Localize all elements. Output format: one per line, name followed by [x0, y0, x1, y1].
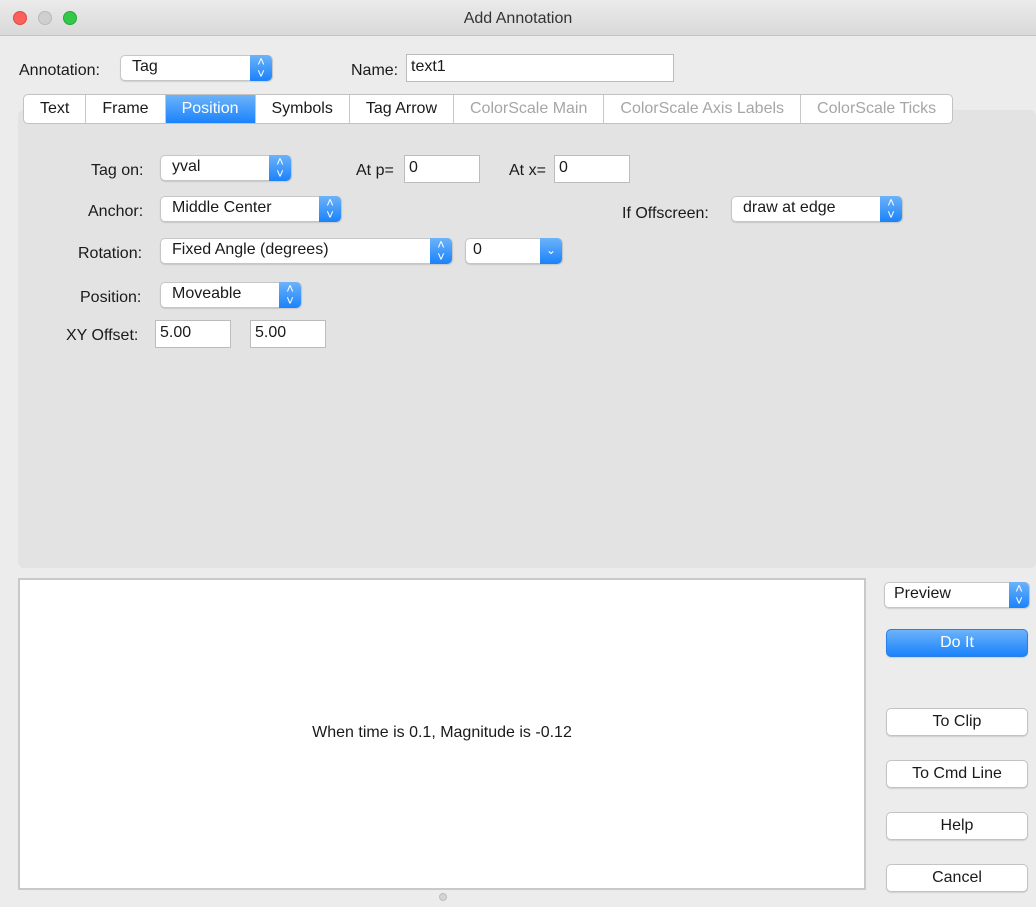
rotation-label: Rotation:	[78, 245, 143, 262]
tag-on-popup[interactable]: yval ˄ ˅	[160, 155, 292, 181]
tab-colorscale-axis-labels: ColorScale Axis Labels	[604, 95, 802, 123]
preview-area: When time is 0.1, Magnitude is -0.12	[18, 578, 866, 890]
tab-frame[interactable]: Frame	[86, 95, 166, 123]
to-cmd-line-button[interactable]: To Cmd Line	[886, 760, 1028, 788]
tag-on-value: yval	[172, 158, 201, 175]
anchor-label: Anchor:	[88, 203, 144, 220]
if-offscreen-label: If Offscreen:	[622, 205, 709, 222]
preview-mode-popup[interactable]: Preview ˄ ˅	[884, 582, 1030, 608]
position-label: Position:	[80, 289, 142, 306]
name-label: Name:	[351, 62, 399, 79]
xy-offset-label: XY Offset:	[66, 327, 139, 344]
to-clip-button[interactable]: To Clip	[886, 708, 1028, 736]
window-title: Add Annotation	[463, 10, 573, 27]
stepper-arrows-icon: ˄ ˅	[1009, 582, 1029, 608]
x-offset-field[interactable]: 5.00	[155, 320, 231, 348]
tab-tag-arrow[interactable]: Tag Arrow	[350, 95, 454, 123]
stepper-arrows-icon: ˄ ˅	[319, 196, 341, 222]
at-x-label: At x=	[509, 162, 546, 179]
tab-position[interactable]: Position	[165, 95, 256, 123]
at-p-field[interactable]: 0	[404, 155, 480, 183]
cancel-button[interactable]: Cancel	[886, 864, 1028, 892]
if-offscreen-popup[interactable]: draw at edge ˄ ˅	[731, 196, 903, 222]
stepper-arrows-icon: ˄ ˅	[279, 282, 301, 308]
anchor-popup[interactable]: Middle Center ˄ ˅	[160, 196, 342, 222]
rotation-angle-value: 0	[473, 241, 482, 258]
at-p-label: At p=	[356, 162, 394, 179]
y-offset-field[interactable]: 5.00	[250, 320, 326, 348]
do-it-button[interactable]: Do It	[886, 629, 1028, 657]
rotation-mode-value: Fixed Angle (degrees)	[172, 241, 329, 258]
annotation-type-value: Tag	[132, 58, 158, 75]
tab-bar: Text Frame Position Symbols Tag Arrow Co…	[23, 94, 954, 124]
stepper-arrows-icon: ˄ ˅	[430, 238, 452, 264]
preview-mode-value: Preview	[894, 585, 951, 602]
anchor-value: Middle Center	[172, 199, 272, 216]
annotation-label: Annotation:	[19, 62, 100, 79]
stepper-arrows-icon: ˄ ˅	[880, 196, 902, 222]
preview-text: When time is 0.1, Magnitude is -0.12	[312, 724, 572, 741]
tab-colorscale-ticks: ColorScale Ticks	[817, 100, 937, 117]
tab-symbols[interactable]: Symbols	[256, 95, 350, 123]
rotation-angle-combo[interactable]: 0 ⌄	[465, 238, 563, 264]
position-value: Moveable	[172, 285, 242, 302]
title-bar[interactable]: Add Annotation	[0, 0, 1036, 36]
if-offscreen-value: draw at edge	[743, 199, 836, 216]
stepper-arrows-icon: ˄ ˅	[269, 155, 291, 181]
tag-on-label: Tag on:	[91, 162, 144, 179]
chevron-down-icon[interactable]: ⌄	[540, 238, 562, 264]
stepper-arrows-icon: ˄ ˅	[250, 55, 272, 81]
annotation-type-popup[interactable]: Tag ˄ ˅	[120, 55, 273, 81]
tab-text[interactable]: Text	[24, 95, 87, 123]
help-button[interactable]: Help	[886, 812, 1028, 840]
rotation-mode-popup[interactable]: Fixed Angle (degrees) ˄ ˅	[160, 238, 453, 264]
splitter-grip[interactable]	[439, 893, 447, 901]
position-popup[interactable]: Moveable ˄ ˅	[160, 282, 302, 308]
tab-colorscale-main: ColorScale Main	[454, 95, 605, 123]
name-field[interactable]: text1	[406, 54, 674, 82]
at-x-field[interactable]: 0	[554, 155, 630, 183]
